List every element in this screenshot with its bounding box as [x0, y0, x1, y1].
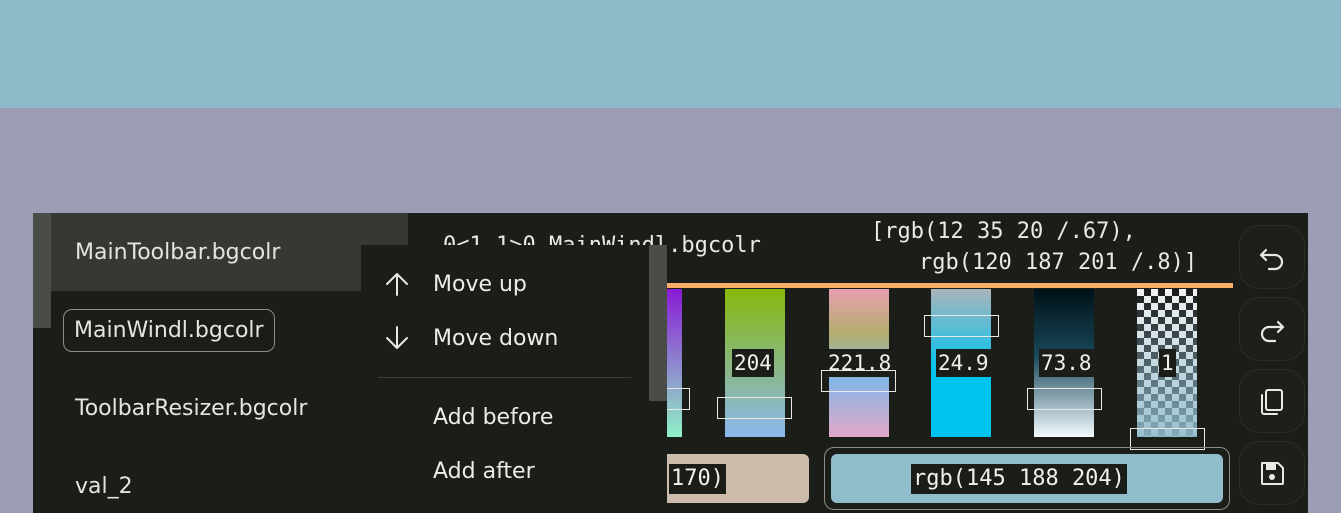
- start-color-value: 170): [669, 464, 726, 494]
- sidebar-item-label: ToolbarResizer.bgcolr: [75, 395, 308, 421]
- copy-icon: [1261, 389, 1283, 415]
- sidebar-item-label: MainToolbar.bgcolr: [75, 239, 281, 265]
- accent-underline: [653, 283, 1233, 288]
- context-menu: Move up Move down Add before Add after: [361, 245, 667, 513]
- sidebar-item-toolbarresizer-bgcolr[interactable]: ToolbarResizer.bgcolr: [51, 369, 408, 447]
- sidebar-scrollbar[interactable]: [33, 213, 51, 513]
- sidebar-item-mainwindl-bgcolr[interactable]: MainWindl.bgcolr: [51, 291, 408, 369]
- arrow-up-icon: [361, 270, 433, 298]
- sidebar-item-maintoolbar-bgcolr[interactable]: MainToolbar.bgcolr: [51, 213, 408, 291]
- swatch-slider-handle[interactable]: [1027, 388, 1102, 410]
- menu-item-move-up[interactable]: Move up: [361, 257, 651, 311]
- menu-scrollbar[interactable]: [649, 245, 667, 401]
- copy-button[interactable]: [1239, 369, 1305, 433]
- swatch-slider-handle[interactable]: [924, 315, 999, 337]
- menu-item-label: Add before: [433, 404, 554, 430]
- swatch-slider-handle[interactable]: [821, 370, 896, 392]
- arrow-down-icon: [361, 324, 433, 352]
- swatch-slider-handle[interactable]: [717, 397, 792, 419]
- editor-panel: MainToolbar.bgcolr MainWindl.bgcolr Tool…: [33, 213, 1308, 513]
- end-color-value-box[interactable]: rgb(145 188 204): [831, 454, 1223, 503]
- top-band: [0, 0, 1341, 108]
- menu-item-add-after[interactable]: Add after: [361, 444, 651, 498]
- value-expression-line2: rgb(120 187 201 /.8)]: [919, 250, 1198, 275]
- save-button[interactable]: [1239, 441, 1305, 505]
- menu-item-label: Move down: [433, 325, 559, 351]
- redo-button[interactable]: [1239, 297, 1305, 361]
- swatch-value-label: 24.9: [936, 349, 991, 377]
- swatch-value-label: 204: [732, 349, 774, 377]
- undo-icon: [1259, 248, 1284, 271]
- sidebar-scrollbar-thumb[interactable]: [33, 213, 51, 328]
- menu-item-move-down[interactable]: Move down: [361, 311, 651, 365]
- sidebar-item-label: val_2: [75, 473, 133, 499]
- value-expression-line1: [rgb(12 35 20 /.67),: [871, 219, 1136, 244]
- redo-icon: [1260, 320, 1285, 343]
- sidebar-item-label: MainWindl.bgcolr: [63, 308, 275, 352]
- menu-item-label: Add after: [433, 458, 535, 484]
- sidebar: MainToolbar.bgcolr MainWindl.bgcolr Tool…: [51, 213, 408, 513]
- end-color-value: rgb(145 188 204): [911, 464, 1127, 494]
- undo-button[interactable]: [1239, 225, 1305, 289]
- menu-item-label: Move up: [433, 271, 527, 297]
- save-icon: [1261, 462, 1284, 485]
- swatch-value-label: 73.8: [1039, 349, 1094, 377]
- swatch-value-label: 1: [1159, 349, 1176, 377]
- sidebar-item-val-2[interactable]: val_2: [51, 447, 408, 513]
- menu-separator: [378, 377, 631, 378]
- menu-item-add-before[interactable]: Add before: [361, 390, 651, 444]
